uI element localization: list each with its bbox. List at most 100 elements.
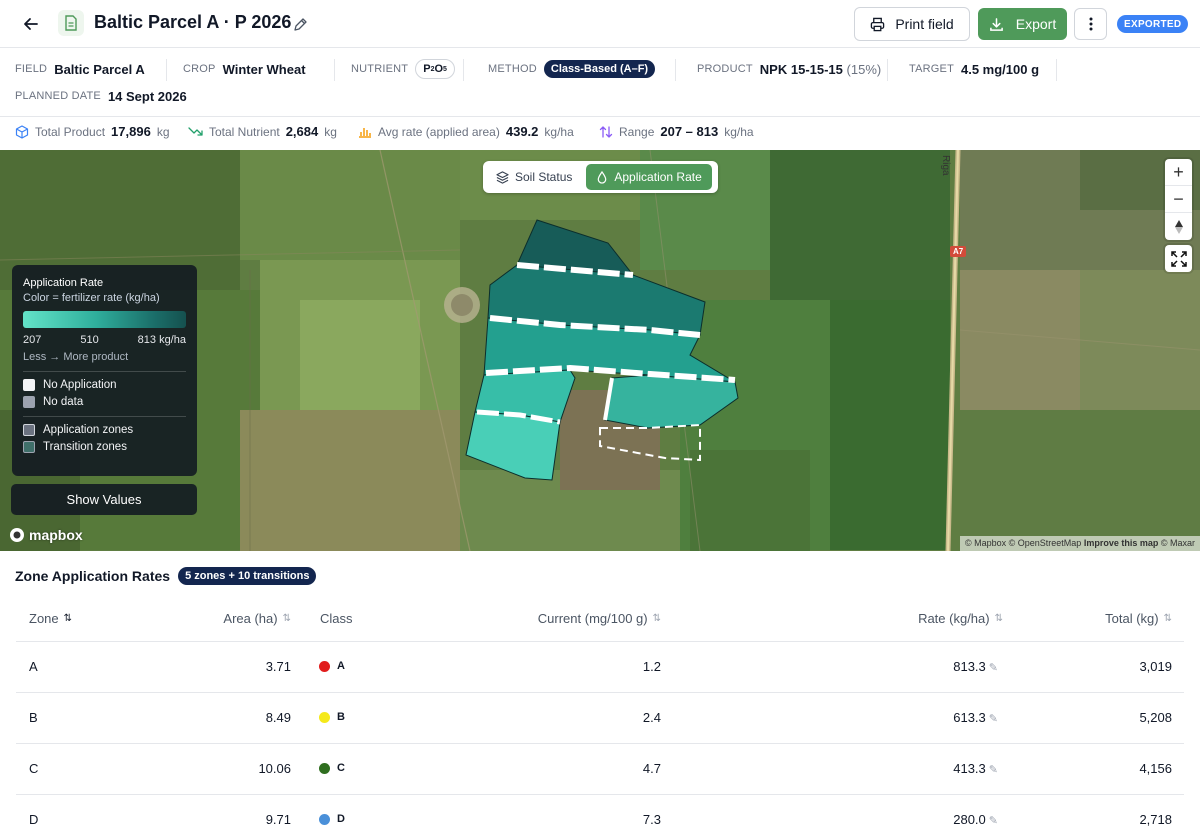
map-view[interactable]: Riga A7 Soil Status Application Rate + −… — [0, 150, 1200, 551]
more-options-button[interactable] — [1074, 8, 1107, 40]
attribution-maxar[interactable]: © Maxar — [1161, 538, 1195, 548]
print-field-button[interactable]: Print field — [854, 7, 970, 41]
legend-title: Application Rate — [23, 277, 104, 289]
summary-range: Range 207 – 813 kg/ha — [599, 124, 754, 139]
export-button[interactable]: Export — [978, 8, 1067, 40]
col-header-total[interactable]: Total (kg) ⇅ — [1050, 611, 1172, 626]
row-divider — [16, 794, 1184, 795]
total-cell: 3,019 — [1139, 659, 1172, 674]
col-header-rate[interactable]: Rate (kg/ha) ⇅ — [840, 611, 1003, 626]
meta-divider — [166, 59, 167, 81]
rate-cell[interactable]: 413.3 ✎ — [840, 761, 998, 776]
product-percent: (15%) — [846, 61, 882, 77]
total-product-key: Total Product — [35, 124, 106, 139]
mapbox-icon — [10, 528, 24, 542]
class-label: D — [337, 813, 345, 825]
rate-cell[interactable]: 280.0 ✎ — [840, 812, 998, 827]
legend-gradient — [23, 311, 186, 328]
cube-icon — [15, 124, 29, 139]
sort-icon: ⇅ — [1163, 613, 1172, 624]
application-rate-label: Application Rate — [614, 170, 702, 184]
zoom-controls: + − — [1165, 159, 1192, 240]
range-value: 207 – 813 — [660, 124, 719, 139]
compass-button[interactable] — [1165, 213, 1192, 240]
avg-rate-value: 439.2 — [505, 124, 539, 139]
top-bar: Baltic Parcel A · P 2026 Print field Exp… — [0, 0, 1200, 48]
area-cell: 3.71 — [265, 659, 291, 674]
fullscreen-icon — [1170, 250, 1187, 267]
print-field-label: Print field — [895, 16, 954, 32]
col-header-class: Class — [320, 611, 353, 626]
nutrient-o: O — [434, 63, 444, 75]
current-cell: 4.7 — [642, 761, 661, 776]
attribution-mapbox-osm[interactable]: © Mapbox © OpenStreetMap — [965, 538, 1081, 548]
zoom-in-button[interactable]: + — [1165, 159, 1192, 186]
class-cell: B — [319, 711, 345, 723]
method-pill: Class-Based (A–F) — [543, 60, 656, 78]
class-color-dot — [319, 762, 330, 774]
meta-date-value: 14 Sept 2026 — [107, 88, 187, 104]
col-area-label: Area (ha) — [223, 611, 278, 626]
total-cell: 5,208 — [1139, 710, 1172, 725]
area-cell: 10.06 — [258, 761, 291, 776]
application-rate-tab[interactable]: Application Rate — [586, 164, 712, 190]
edit-pencil-icon[interactable]: ✎ — [989, 814, 998, 827]
meta-divider — [463, 59, 464, 81]
col-header-area[interactable]: Area (ha) ⇅ — [150, 611, 291, 626]
application-zones-label: Application zones — [43, 424, 134, 436]
col-header-current[interactable]: Current (mg/100 g) ⇅ — [460, 611, 661, 626]
edit-pencil-icon[interactable] — [290, 14, 310, 34]
show-values-button[interactable]: Show Values — [11, 484, 197, 515]
kebab-menu-icon — [1089, 17, 1092, 31]
meta-product-value: NPK 15-15-15 (15%) — [760, 62, 881, 77]
col-header-zone[interactable]: Zone ⇅ — [29, 611, 72, 626]
class-color-dot — [319, 813, 330, 825]
rate-value: 413.3 — [953, 761, 986, 776]
class-color-dot — [319, 711, 330, 723]
legend-subtitle: Color = fertilizer rate (kg/ha) — [23, 292, 160, 304]
legend-tick-mid: 510 — [80, 334, 99, 346]
zone-cell: B — [29, 710, 38, 725]
class-label: B — [337, 711, 345, 723]
edit-pencil-icon[interactable]: ✎ — [989, 661, 998, 674]
printer-icon — [871, 17, 885, 31]
zone-table-header: Zone Application Rates 5 zones + 10 tran… — [15, 567, 317, 585]
no-application-label: No Application — [43, 379, 117, 391]
meta-planned-date: PLANNED DATE 14 Sept 2026 — [15, 85, 187, 107]
edit-pencil-icon[interactable]: ✎ — [989, 763, 998, 776]
mapbox-logo[interactable]: mapbox — [9, 527, 83, 543]
sort-icon: ⇅ — [282, 613, 291, 624]
road-badge: A7 — [950, 246, 967, 257]
total-cell: 4,156 — [1139, 761, 1172, 776]
legend-transition-zones[interactable]: Transition zones — [23, 441, 186, 453]
soil-status-tab[interactable]: Soil Status — [486, 164, 582, 190]
class-label: A — [337, 660, 345, 672]
area-cell: 9.71 — [265, 812, 291, 827]
legend-tick-max: 813 kg/ha — [137, 334, 186, 346]
zone-table-title: Zone Application Rates — [15, 568, 171, 584]
meta-target-value: 4.5 mg/100 g — [961, 61, 1040, 77]
legend-divider — [23, 371, 186, 372]
rate-cell[interactable]: 613.3 ✎ — [840, 710, 998, 725]
nutrient-pill: P2O5 — [415, 59, 455, 79]
legend-application-zones[interactable]: Application zones — [23, 424, 186, 436]
trend-down-icon — [188, 126, 203, 136]
compass-icon — [1174, 219, 1183, 234]
class-cell: D — [319, 813, 345, 825]
header-divider — [16, 641, 1184, 642]
legend-tick-min: 207 — [23, 334, 42, 346]
meta-field-key: FIELD — [15, 63, 48, 75]
attribution-improve[interactable]: Improve this map — [1084, 538, 1159, 548]
current-cell: 1.2 — [642, 659, 661, 674]
rate-cell[interactable]: 813.3 ✎ — [840, 659, 998, 674]
zoom-out-button[interactable]: − — [1165, 186, 1192, 213]
avg-rate-unit: kg/ha — [544, 124, 574, 139]
fullscreen-button[interactable] — [1165, 245, 1192, 272]
zone-count-badge: 5 zones + 10 transitions — [178, 567, 317, 585]
rate-value: 613.3 — [953, 710, 986, 725]
back-arrow-icon[interactable] — [18, 11, 44, 37]
col-rate-label: Rate (kg/ha) — [918, 611, 990, 626]
status-badge: EXPORTED — [1117, 15, 1189, 33]
edit-pencil-icon[interactable]: ✎ — [989, 712, 998, 725]
meta-product-key: PRODUCT — [697, 63, 753, 75]
